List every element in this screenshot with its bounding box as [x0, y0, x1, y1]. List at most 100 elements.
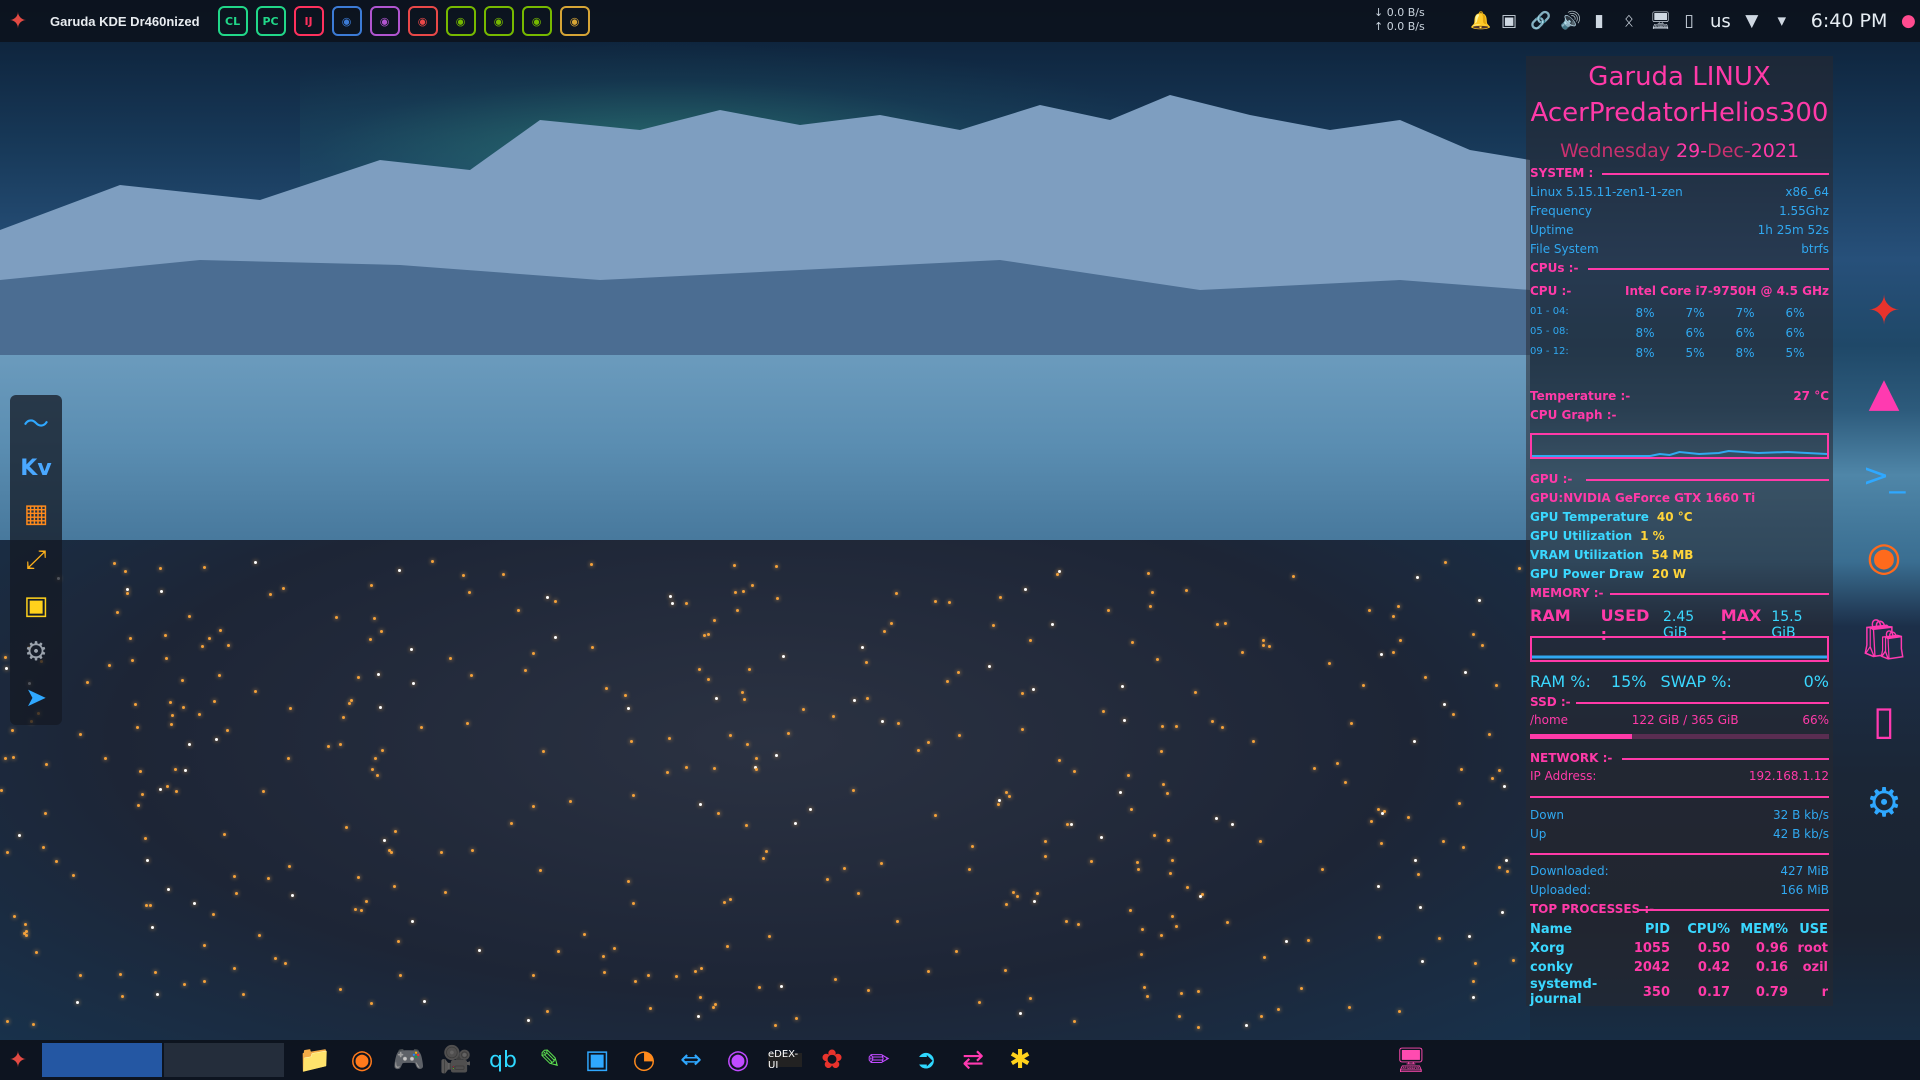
store-icon[interactable]: ▲ [1858, 362, 1910, 424]
folder-icon[interactable]: 📁 [298, 1043, 332, 1077]
divider [1638, 909, 1829, 911]
cpu-core-value: 6% [1785, 306, 1805, 320]
terminal-icon[interactable]: >_ [1858, 444, 1910, 506]
resize-icon[interactable]: ⤢ [16, 541, 56, 579]
uploaded-row: Uploaded: 166 MiB [1530, 883, 1829, 897]
process-row: Xorg 1055 0.50 0.96 root [1530, 939, 1829, 958]
syringe-icon[interactable]: ✎ [533, 1043, 567, 1077]
kde-connect-icon[interactable]: ▯ [1858, 690, 1910, 752]
network-icon[interactable]: ▣ [16, 587, 56, 625]
tray-expand-icon[interactable]: ▾ [1773, 11, 1791, 31]
obs-icon[interactable]: ◉ [721, 1043, 755, 1077]
phone-icon[interactable]: ▯ [1680, 11, 1698, 31]
bell-icon[interactable]: 🔔 [1470, 11, 1491, 31]
cpu-core-value: 8% [1635, 346, 1655, 360]
cpu-core-value: 8% [1735, 346, 1755, 360]
uptime-label: Uptime [1530, 223, 1574, 237]
bag-icon[interactable]: 🛍 [1858, 608, 1910, 670]
process-cell: 1055 [1633, 941, 1670, 956]
garuda-logo-icon[interactable]: ✦ [0, 0, 36, 42]
garuda-icon[interactable]: ✦ [1858, 280, 1910, 342]
dragon-icon[interactable]: ◉ [1858, 526, 1910, 588]
cpu-graph-label: CPU Graph :- [1530, 408, 1617, 422]
intellij-icon[interactable]: IJ [293, 6, 324, 36]
monitor-icon[interactable]: 🖥 [1650, 11, 1672, 31]
divider [1586, 479, 1829, 481]
cpu-core-range: 01 - 04: [1530, 306, 1569, 317]
home-usage: 122 GiB / 365 GiB [1631, 713, 1739, 727]
volume-icon[interactable]: 🔊 [1560, 11, 1581, 31]
raspberry-icon[interactable]: ✿ [815, 1043, 849, 1077]
kdenlive-icon[interactable]: Kv [16, 449, 56, 487]
speedometer-icon[interactable]: ◉ [407, 6, 438, 36]
predator-icon[interactable]: ⚙ [16, 633, 56, 671]
ip-label: IP Address: [1530, 769, 1597, 783]
clion-icon[interactable]: CL [217, 6, 248, 36]
temperature-label: Temperature :- [1530, 389, 1631, 403]
ram-label: RAM [1530, 606, 1571, 625]
uploaded-value: 166 MiB [1780, 883, 1829, 897]
show-desktop-icon[interactable]: 🖥 [1394, 1046, 1428, 1076]
ram-graph [1530, 636, 1829, 662]
process-cell: 0.79 [1755, 984, 1788, 1000]
virtualbox-icon[interactable]: ▦ [16, 495, 56, 533]
gpu-util-value: 1 % [1640, 529, 1665, 543]
divider [1610, 593, 1829, 595]
temperature-row: Temperature :- 27 °C [1530, 389, 1829, 403]
frequency-row: Frequency 1.55Ghz [1530, 204, 1829, 218]
process-cell: 0.17 [1697, 984, 1730, 1000]
divider [1576, 702, 1829, 704]
github-desktop-icon[interactable]: ◉ [369, 6, 400, 36]
conky-weekday: Wednesday [1559, 140, 1670, 162]
teamviewer-icon[interactable]: ⇔ [674, 1043, 708, 1077]
rocket-icon[interactable]: ➤ [16, 679, 56, 717]
share-icon[interactable]: ➲ [909, 1043, 943, 1077]
transfer-icon[interactable]: ⇄ [956, 1043, 990, 1077]
cpu-core-row: 09 - 12: 8% 5% 8% 5% [1530, 346, 1829, 360]
screen-icon[interactable]: ▣ [1500, 11, 1518, 31]
nvidia-panel-icon[interactable]: ◉ [521, 6, 552, 36]
settings-icon[interactable]: ⚙ [1858, 772, 1910, 834]
cpu-core-value: 7% [1735, 306, 1755, 320]
pen-icon[interactable]: ✏ [862, 1043, 896, 1077]
disk-icon[interactable]: ▣ [580, 1043, 614, 1077]
kernel-value: Linux 5.15.11-zen1-1-zen [1530, 185, 1683, 199]
chrome-icon[interactable]: ◉ [345, 1043, 379, 1077]
wifi-icon[interactable]: ▼ [1743, 11, 1761, 31]
process-cell: root [1797, 941, 1829, 956]
user-icon[interactable]: ● [1899, 11, 1917, 31]
pineapple-icon[interactable]: ✱ [1003, 1043, 1037, 1077]
battery-icon[interactable]: ▮ [1590, 11, 1608, 31]
vscode-icon[interactable]: ◉ [331, 6, 362, 36]
gpu-name-row: GPU:NVIDIA GeForce GTX 1660 Ti [1530, 491, 1829, 505]
cpu-label: CPU :- [1530, 284, 1572, 298]
ip-row: IP Address: 192.168.1.12 [1530, 769, 1829, 783]
gamepad-icon[interactable]: 🎮 [392, 1043, 426, 1077]
pie-icon[interactable]: ◔ [627, 1043, 661, 1077]
app-menu-icon[interactable]: ✦ [0, 1048, 36, 1073]
process-row: systemd-journal 350 0.17 0.79 r [1530, 977, 1829, 1007]
wavemon-icon[interactable]: 〜 [16, 403, 56, 441]
city-lights [0, 540, 1530, 1040]
virtual-desktop-1[interactable] [42, 1043, 162, 1077]
pycharm-icon[interactable]: PC [255, 6, 286, 36]
qbittorrent-icon[interactable]: qb [486, 1043, 520, 1077]
clock[interactable]: 6:40 PM [1811, 10, 1888, 32]
top-panel: ✦ Garuda KDE Dr460nized CL PC IJ ◉ ◉ ◉ ◉ ◉ ◉ ◉ ↓ … [0, 0, 1920, 42]
edex-icon[interactable]: eDEX-UI [768, 1049, 802, 1071]
ip-value: 192.168.1.12 [1748, 769, 1829, 783]
extension-icon[interactable]: ◉ [559, 6, 590, 36]
nvidia-settings-icon[interactable]: ◉ [445, 6, 476, 36]
nvidia-x-icon[interactable]: ◉ [483, 6, 514, 36]
ssd-section-label: SSD :- [1530, 695, 1571, 709]
bluetooth-icon[interactable]: ᛟ [1620, 11, 1638, 31]
link-icon[interactable]: 🔗 [1530, 11, 1551, 31]
camera-icon[interactable]: 🎥 [439, 1043, 473, 1077]
active-window-title[interactable]: Garuda KDE Dr460nized [50, 14, 200, 29]
cpu-graph [1530, 433, 1829, 459]
conky-distro: Garuda LINUX [1588, 62, 1771, 92]
conky-widget: Garuda LINUX AcerPredatorHelios300 Wedne… [1526, 56, 1833, 1007]
downloaded-row: Downloaded: 427 MiB [1530, 864, 1829, 878]
virtual-desktop-2[interactable] [164, 1043, 284, 1077]
keyboard-layout[interactable]: us [1710, 11, 1731, 32]
